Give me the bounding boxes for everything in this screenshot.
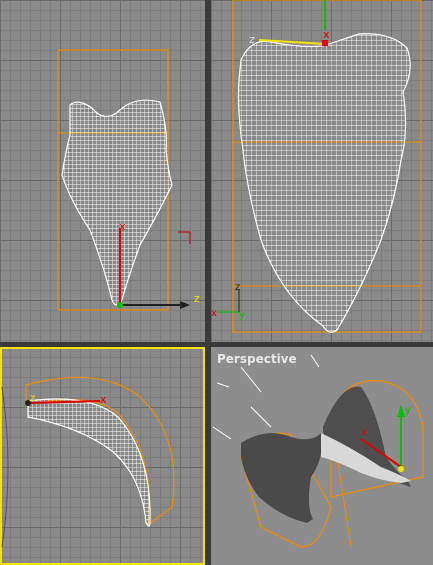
front-view-canvas: x z — [57, 49, 200, 311]
axis-label-z: z — [194, 292, 200, 305]
viewport-left[interactable]: x z z y x — [211, 0, 433, 342]
tooth-mesh[interactable] — [27, 398, 151, 527]
viewport-top[interactable]: x z — [0, 347, 205, 565]
svg-text:x: x — [211, 308, 217, 319]
top-view-canvas: x z — [1, 376, 175, 548]
svg-text:z: z — [235, 282, 240, 293]
lights — [212, 354, 320, 440]
axis-label-x: x — [119, 220, 126, 233]
perspective-view-canvas: x y — [212, 354, 424, 548]
axis-label-x: x — [361, 427, 367, 438]
viewport-front[interactable]: x z — [0, 0, 205, 342]
tooth-mesh[interactable] — [61, 99, 173, 306]
tooth-mesh[interactable] — [237, 33, 411, 333]
axis-label-y: y — [239, 310, 245, 321]
viewport-perspective[interactable]: Perspective x y — [211, 347, 433, 565]
axis-label-z: z — [30, 393, 35, 404]
axis-label-x: x — [100, 393, 107, 406]
left-view-canvas: x z z y x — [211, 0, 422, 333]
axis-label-z: z — [249, 33, 255, 46]
axis-label-y: y — [405, 405, 411, 416]
axis-label-x: x — [323, 28, 330, 41]
